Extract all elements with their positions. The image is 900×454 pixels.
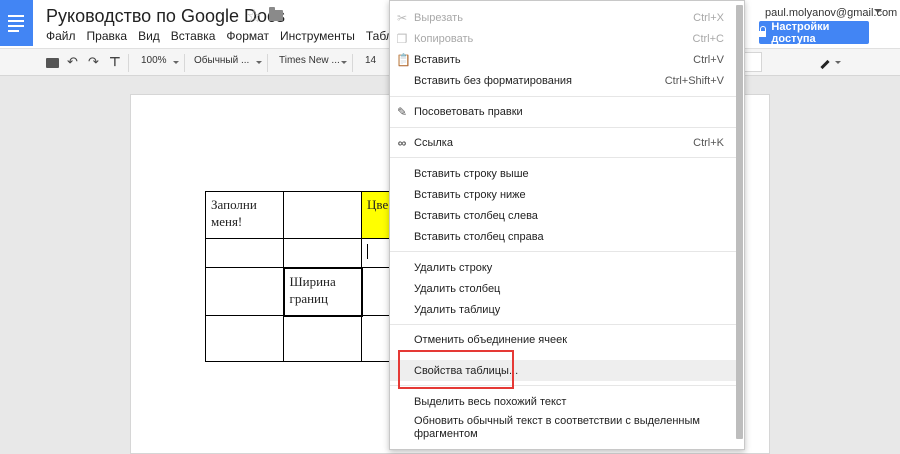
suggest-icon: ✎ [396, 104, 408, 119]
menu-item-label: Вставить без форматирования [414, 74, 572, 87]
chevron-down-icon[interactable] [835, 61, 841, 64]
menu-item-label: Выделить весь похожий текст [414, 395, 567, 408]
chevron-down-icon[interactable] [874, 9, 882, 13]
menu-divider [390, 251, 736, 252]
text-cursor [367, 244, 368, 259]
pencil-icon[interactable] [820, 59, 830, 70]
link-icon: ∞ [397, 135, 407, 150]
menu-item-shortcut: Ctrl+V [693, 53, 724, 66]
docs-logo-icon[interactable] [0, 0, 33, 46]
menu-item-insert-col-left[interactable]: Вставить столбец слева [390, 205, 736, 226]
toolbar-divider [352, 54, 353, 72]
share-button[interactable]: Настройки доступа [759, 20, 869, 45]
menu-view[interactable]: Вид [138, 29, 160, 43]
star-icon[interactable]: ☆ [246, 6, 262, 27]
menu-item-insert-row-above[interactable]: Вставить строку выше [390, 163, 736, 184]
menu-item-label: Ссылка [414, 136, 453, 149]
redo-icon[interactable]: ↷ [88, 55, 99, 69]
menu-item-update-style[interactable]: Обновить обычный текст в соответствии с … [390, 413, 736, 443]
menu-item-delete-table[interactable]: Удалить таблицу [390, 299, 736, 320]
menu-item-shortcut: Ctrl+K [693, 136, 724, 149]
menu-item-copy[interactable]: ❐ Копировать Ctrl+C [390, 28, 736, 49]
menu-item-label: Вставить столбец справа [414, 230, 544, 243]
table-cell[interactable] [283, 191, 362, 239]
style-select[interactable]: Обычный ... [194, 55, 249, 66]
menu-item-label: Обновить обычный текст в соответствии с … [414, 415, 700, 440]
menu-item-label: Вырезать [414, 11, 463, 24]
toolbar-divider [128, 54, 129, 72]
table-cell[interactable] [205, 238, 284, 268]
zoom-select[interactable]: 100% [141, 55, 167, 66]
menu-item-label: Копировать [414, 32, 474, 45]
menu-insert[interactable]: Вставка [171, 29, 216, 43]
menu-item-paste-plain[interactable]: Вставить без форматирования Ctrl+Shift+V [390, 70, 736, 91]
toolbar-divider [267, 54, 268, 72]
menu-edit[interactable]: Правка [87, 29, 128, 43]
table-cell[interactable]: Заполни меня! [205, 191, 284, 239]
menu-item-paste[interactable]: 📋 Вставить Ctrl+V [390, 49, 736, 70]
menu-item-label: Удалить таблицу [414, 303, 501, 316]
menu-item-label: Удалить строку [414, 261, 493, 274]
table-cell[interactable] [283, 238, 362, 268]
menu-scrollbar[interactable] [736, 5, 743, 439]
toolbar-divider [184, 54, 185, 72]
menu-item-shortcut: Ctrl+X [693, 11, 724, 24]
chevron-down-icon[interactable] [341, 61, 347, 64]
table-cell[interactable]: Ширина границ [282, 266, 363, 317]
menu-item-delete-col[interactable]: Удалить столбец [390, 278, 736, 299]
menu-item-unmerge-cells[interactable]: Отменить объединение ячеек [390, 329, 736, 350]
menu-divider [390, 127, 736, 128]
menu-item-label: Вставить строку выше [414, 167, 529, 180]
lock-icon [759, 25, 767, 37]
folder-icon[interactable] [269, 7, 283, 21]
table-cell[interactable] [205, 315, 284, 362]
menu-item-cut[interactable]: ✂ Вырезать Ctrl+X [390, 7, 736, 28]
menu-item-delete-row[interactable]: Удалить строку [390, 257, 736, 278]
table-cell[interactable] [205, 267, 284, 316]
menu-format[interactable]: Формат [226, 29, 269, 43]
menu-item-shortcut: Ctrl+Shift+V [664, 74, 724, 87]
menu-item-label: Вставить строку ниже [414, 188, 526, 201]
chevron-down-icon[interactable] [173, 61, 179, 64]
menu-item-select-similar[interactable]: Выделить весь похожий текст [390, 391, 736, 412]
paint-format-icon[interactable]: ⊤ [109, 55, 121, 69]
menu-item-label: Посоветовать правки [414, 105, 523, 118]
paste-icon: 📋 [396, 52, 411, 67]
chevron-down-icon[interactable] [256, 61, 262, 64]
scissors-icon: ✂ [396, 10, 408, 25]
menu-divider [390, 96, 736, 97]
menu-divider [390, 157, 736, 158]
menu-item-label: Вставить столбец слева [414, 209, 538, 222]
menu-item-insert-col-right[interactable]: Вставить столбец справа [390, 226, 736, 247]
undo-icon[interactable]: ↶ [67, 55, 78, 69]
menu-item-suggest-edits[interactable]: ✎ Посоветовать правки [390, 101, 736, 122]
menu-item-label: Вставить [414, 53, 461, 66]
menu-divider [390, 324, 736, 325]
menu-item-label: Отменить объединение ячеек [414, 333, 568, 346]
menu-item-link[interactable]: ∞ Ссылка Ctrl+K [390, 132, 736, 153]
menu-item-label: Удалить столбец [414, 282, 501, 295]
menu-item-insert-row-below[interactable]: Вставить строку ниже [390, 184, 736, 205]
menu-item-shortcut: Ctrl+C [692, 32, 724, 45]
font-select[interactable]: Times New ... [279, 55, 340, 66]
menu-file[interactable]: Файл [46, 29, 76, 43]
share-button-label: Настройки доступа [771, 20, 830, 45]
menu-tools[interactable]: Инструменты [280, 29, 355, 43]
toolbar-more-box[interactable] [744, 52, 762, 72]
menu-bar: Файл Правка Вид Вставка Формат Инструмен… [46, 29, 443, 43]
highlight-callout-box [398, 350, 514, 389]
copy-icon: ❐ [396, 31, 408, 46]
table-cell[interactable] [283, 315, 362, 362]
print-icon[interactable] [46, 58, 59, 68]
font-size-select[interactable]: 14 [365, 55, 376, 66]
